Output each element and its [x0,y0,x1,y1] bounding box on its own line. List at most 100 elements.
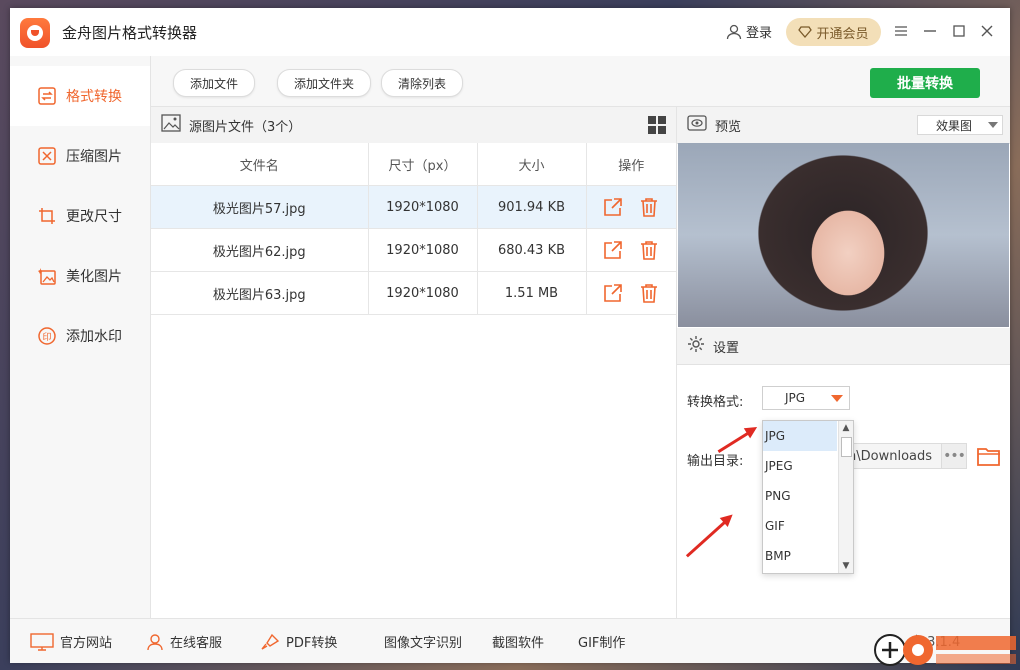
sidebar-item-compress[interactable]: 压缩图片 [10,126,150,186]
crop-icon [38,207,56,225]
settings-title: 设置 [713,340,740,356]
settings-header: 设置 [677,328,1010,365]
app-title: 金舟图片格式转换器 [62,24,198,42]
file-table: 文件名 尺寸（px） 大小 操作 极光图片57.jpg 1920*1080 90… [151,143,676,315]
file-size: 680.43 KB [477,228,587,272]
gif-link[interactable]: GIF制作 [578,632,625,651]
user-icon [726,24,742,39]
column-header-dimensions: 尺寸（px） [368,143,478,186]
service-link[interactable]: 在线客服 [146,632,222,651]
row-actions [586,271,676,315]
browse-dots-button[interactable]: ••• [941,443,967,469]
format-dropdown: JPG JPEG PNG GIF BMP ▲ ▼ [762,420,854,574]
open-external-icon[interactable] [603,240,623,260]
login-label: 登录 [746,26,773,41]
format-select[interactable]: JPG [762,386,850,410]
grid-view-icon[interactable] [648,116,666,134]
sidebar-item-beautify[interactable]: 美化图片 [10,246,150,306]
file-size: 1.51 MB [477,271,587,315]
folder-icon[interactable] [977,445,1001,467]
screenshot-label: 截图软件 [492,636,545,651]
sidebar-item-label: 添加水印 [66,329,122,345]
preview-title: 预览 [715,119,742,135]
ocr-label: 图像文字识别 [384,636,463,651]
chevron-down-icon[interactable]: ▼ [841,561,851,571]
file-name: 极光图片57.jpg [151,185,369,229]
website-link[interactable]: 官方网站 [30,632,112,651]
batch-convert-button[interactable]: 批量转换 [870,68,980,98]
format-option-bmp[interactable]: BMP [763,541,837,571]
sidebar-item-label: 格式转换 [66,89,122,105]
sidebar-item-resize[interactable]: 更改尺寸 [10,186,150,246]
file-dimensions: 1920*1080 [368,185,478,229]
maximize-icon[interactable] [948,20,970,42]
delete-icon[interactable] [639,283,659,303]
table-row[interactable]: 极光图片57.jpg 1920*1080 901.94 KB [151,185,676,229]
file-panel: 源图片文件（3个） 文件名 尺寸（px） 大小 操作 极光图片57.jpg 19… [151,107,677,618]
file-size: 901.94 KB [477,185,587,229]
file-name: 极光图片63.jpg [151,271,369,315]
format-option-jpg[interactable]: JPG [763,421,837,451]
beautify-icon [38,267,56,285]
minimize-icon[interactable] [919,20,941,42]
gif-label: GIF制作 [578,636,626,651]
title-bar: 金舟图片格式转换器 登录 开通会员 [10,8,1010,57]
file-dimensions: 1920*1080 [368,228,478,272]
output-label: 输出目录: [687,454,744,469]
chevron-up-icon[interactable]: ▲ [841,423,851,433]
output-path-value: n\Downloads [848,448,933,464]
format-option-jpeg[interactable]: JPEG [763,451,837,481]
table-row[interactable]: 极光图片63.jpg 1920*1080 1.51 MB [151,271,676,315]
menu-icon[interactable] [890,20,912,42]
svg-text:印: 印 [42,331,51,343]
pdf-label: PDF转换 [286,636,338,651]
preview-header: 预览 效果图 [677,107,1010,144]
table-row[interactable]: 极光图片62.jpg 1920*1080 680.43 KB [151,228,676,272]
open-external-icon[interactable] [603,283,623,303]
ocr-link[interactable]: 图像文字识别 [384,632,462,651]
clear-list-button[interactable]: 清除列表 [381,69,463,97]
site-watermark-logo [874,634,1016,666]
vip-button[interactable]: 开通会员 [786,18,881,46]
gear-icon [687,335,705,357]
format-label: 转换格式: [687,395,744,410]
diamond-icon [798,26,813,38]
file-name: 极光图片62.jpg [151,228,369,272]
swap-icon [38,87,56,105]
compress-icon [38,147,56,165]
scrollbar-thumb[interactable] [841,437,852,457]
row-actions [586,185,676,229]
open-external-icon[interactable] [603,197,623,217]
table-header-row: 文件名 尺寸（px） 大小 操作 [151,143,676,186]
column-header-size: 大小 [477,143,587,186]
chevron-down-icon [831,395,843,402]
monitor-icon [30,632,54,651]
login-button[interactable]: 登录 [726,22,772,41]
sidebar-item-format-convert[interactable]: 格式转换 [10,66,150,126]
app-window: 金舟图片格式转换器 登录 开通会员 格式转换 压缩图片 更改尺寸 美化图片 印 … [10,8,1010,663]
service-label: 在线客服 [170,636,223,651]
column-header-actions: 操作 [586,143,676,186]
delete-icon[interactable] [639,197,659,217]
close-icon[interactable] [976,20,998,42]
preview-mode-value: 效果图 [936,118,973,133]
sidebar-item-label: 压缩图片 [66,149,122,165]
row-actions [586,228,676,272]
add-file-button[interactable]: 添加文件 [173,69,255,97]
sidebar-item-watermark[interactable]: 印 添加水印 [10,306,150,366]
preview-mode-select[interactable]: 效果图 [917,115,1003,135]
file-panel-title: 源图片文件（3个） [189,119,302,135]
dropdown-scrollbar[interactable]: ▲ ▼ [838,421,853,573]
add-folder-button[interactable]: 添加文件夹 [277,69,371,97]
file-panel-header: 源图片文件（3个） [151,107,676,144]
app-logo-icon [20,18,50,48]
format-option-gif[interactable]: GIF [763,511,837,541]
screenshot-link[interactable]: 截图软件 [492,632,544,651]
file-dimensions: 1920*1080 [368,271,478,315]
pdf-link[interactable]: PDF转换 [260,632,337,651]
delete-icon[interactable] [639,240,659,260]
format-value: JPG [785,391,806,405]
preview-panel: 预览 效果图 [677,107,1010,335]
format-option-png[interactable]: PNG [763,481,837,511]
stamp-icon: 印 [38,327,56,345]
